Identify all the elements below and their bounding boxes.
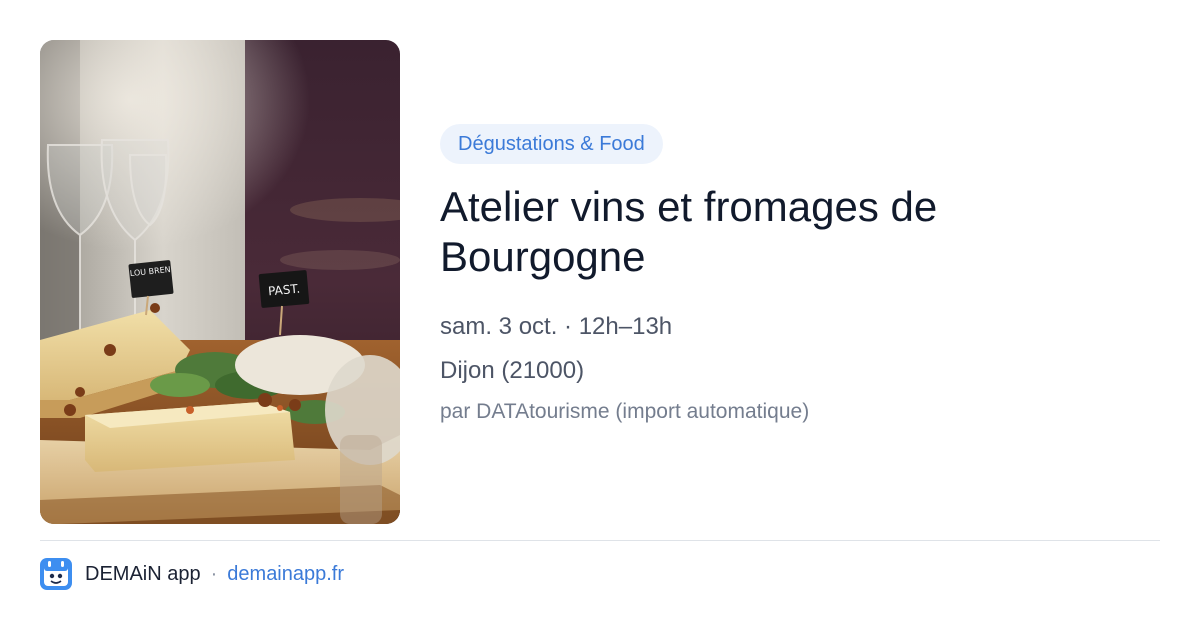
footer: DEMAiN app · demainapp.fr (40, 558, 344, 590)
event-title: Atelier vins et fromages de Bourgogne (440, 183, 938, 280)
category-badge[interactable]: Dégustations & Food (440, 124, 663, 164)
event-location: Dijon (21000) (440, 357, 585, 384)
event-source: par DATAtourisme (import automatique) (440, 400, 810, 423)
app-domain-link[interactable]: demainapp.fr (227, 563, 344, 586)
footer-separator: · (210, 562, 218, 585)
demain-app-icon (40, 558, 72, 590)
sign-past: PAST. (268, 282, 301, 299)
event-share-card: LOU BREN PAST. Dégustations & Food Ateli… (0, 0, 1200, 630)
event-datetime: sam. 3 oct. · 12h–13h (440, 313, 673, 340)
footer-divider (40, 540, 1160, 541)
app-name: DEMAiN app (85, 562, 201, 585)
event-info: Dégustations & Food Atelier vins et from… (440, 124, 1160, 426)
event-photo: LOU BREN PAST. (40, 40, 400, 524)
